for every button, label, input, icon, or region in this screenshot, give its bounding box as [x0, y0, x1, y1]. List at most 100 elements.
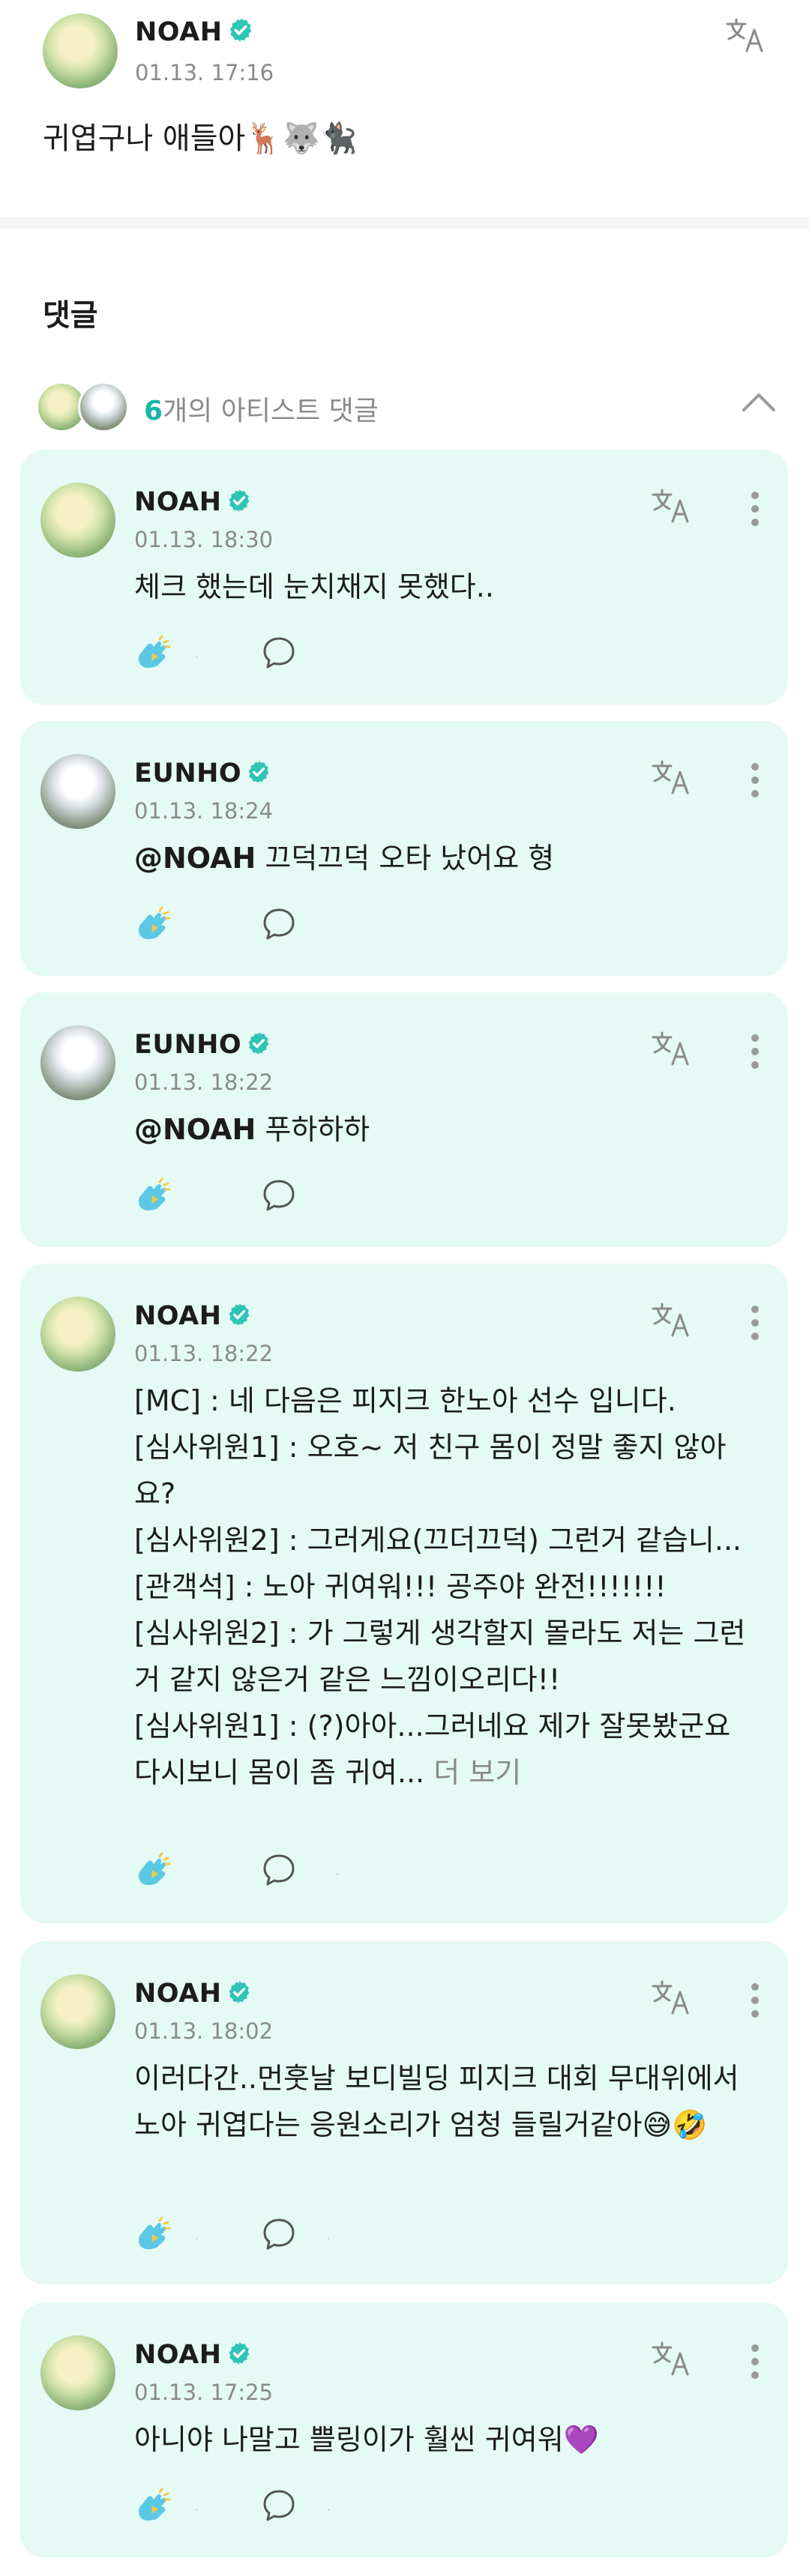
- comment-author-label: NOAH: [134, 487, 222, 517]
- comment-author-avatar[interactable]: [40, 754, 115, 829]
- post-text: 귀엽구나 애들아🦌🐺🐈‍⬛: [43, 121, 358, 156]
- comment-mention[interactable]: @NOAH: [134, 842, 256, 875]
- comment-card: NOAH 01.13. 17:25 아니야 나말고 쁠링이가 훨씬 귀여워💜 ·…: [20, 2302, 788, 2557]
- comment-author-label: EUNHO: [134, 1030, 242, 1060]
- translate-icon[interactable]: [650, 1030, 694, 1067]
- comment-actions: [134, 1177, 359, 1215]
- kebab-menu-icon[interactable]: [751, 2344, 760, 2380]
- artist-comments-label: 6개의 아티스트 댓글: [144, 389, 379, 428]
- comment-actions: · ·: [134, 2488, 359, 2525]
- comment-body: 체크 했는데 눈치채지 못했다..: [134, 570, 494, 603]
- comment-timestamp: 01.13. 18:22: [134, 1070, 274, 1095]
- verified-badge-icon: [226, 488, 252, 513]
- cheer-hand-icon[interactable]: [134, 906, 173, 942]
- post-timestamp: 01.13. 17:16: [135, 60, 274, 85]
- kebab-menu-icon[interactable]: [751, 1983, 760, 2019]
- verified-badge-icon: [226, 2341, 252, 2366]
- comment-author-label: NOAH: [134, 1301, 222, 1331]
- kebab-menu-icon[interactable]: [751, 763, 760, 799]
- comment-body: 이러다간..먼훗날 보디빌딩 피지크 대회 무대위에서 노아 귀엽다는 응원소리…: [134, 2062, 748, 2141]
- comment-bubble-icon[interactable]: [262, 1853, 296, 1886]
- comment-timestamp: 01.13. 18:24: [134, 798, 274, 824]
- artist-comments-text: 개의 아티스트 댓글: [163, 396, 379, 426]
- comment-timestamp: 01.13. 18:02: [134, 2018, 274, 2044]
- comments-heading: 댓글: [43, 298, 98, 333]
- action-separator: ·: [194, 2501, 199, 2519]
- comment-author-avatar[interactable]: [40, 1025, 115, 1100]
- section-divider: [0, 217, 809, 229]
- post-author-name[interactable]: NOAH: [135, 16, 254, 47]
- comment-author-label: NOAH: [134, 2340, 222, 2370]
- comment-author-name[interactable]: NOAH: [134, 487, 252, 517]
- comment-author-avatar[interactable]: [40, 2335, 115, 2410]
- translate-icon[interactable]: [650, 758, 694, 796]
- comment-text: 이러다간..먼훗날 보디빌딩 피지크 대회 무대위에서 노아 귀엽다는 응원소리…: [134, 2055, 764, 2148]
- comment-timestamp: 01.13. 18:30: [134, 527, 274, 552]
- translate-icon[interactable]: [724, 16, 768, 54]
- comment-card: NOAH 01.13. 18:22 [MC] : 네 다음은 피지크 한노아 선…: [20, 1264, 788, 1923]
- action-separator: ·: [194, 648, 199, 666]
- see-more-link[interactable]: 더 보기: [424, 1756, 521, 1789]
- comment-actions: ·: [134, 1852, 359, 1889]
- comment-author-label: NOAH: [134, 1979, 222, 2009]
- comment-author-avatar[interactable]: [40, 483, 115, 558]
- comment-text: 체크 했는데 눈치채지 못했다..: [134, 564, 764, 610]
- comment-author-label: EUNHO: [134, 758, 242, 788]
- post-author-avatar[interactable]: [43, 13, 118, 88]
- comment-author-name[interactable]: NOAH: [134, 2340, 252, 2370]
- comment-actions: ·: [134, 635, 359, 672]
- verified-badge-icon: [246, 759, 271, 785]
- comment-timestamp: 01.13. 17:25: [134, 2380, 274, 2405]
- comment-bubble-icon[interactable]: [262, 2489, 296, 2522]
- kebab-menu-icon[interactable]: [751, 1306, 760, 1342]
- comment-author-avatar[interactable]: [40, 1974, 115, 2049]
- verified-badge-icon: [226, 1302, 252, 1327]
- action-separator: ·: [194, 2230, 199, 2248]
- comment-text: [MC] : 네 다음은 피지크 한노아 선수 입니다. [심사위원1] : 오…: [134, 1378, 764, 1796]
- comment-actions: · ·: [134, 2216, 359, 2254]
- post-author-label: NOAH: [135, 17, 223, 47]
- comment-card: NOAH 01.13. 18:30 체크 했는데 눈치채지 못했다.. ·: [20, 450, 788, 705]
- kebab-menu-icon[interactable]: [751, 1034, 760, 1070]
- comment-mention[interactable]: @NOAH: [134, 1113, 256, 1146]
- comment-bubble-icon[interactable]: [262, 1179, 296, 1212]
- cheer-hand-icon[interactable]: [134, 1852, 173, 1888]
- chevron-up-icon[interactable]: [739, 387, 778, 417]
- comment-bubble-icon[interactable]: [262, 908, 296, 941]
- comment-timestamp: 01.13. 18:22: [134, 1341, 274, 1366]
- comment-author-avatar[interactable]: [40, 1297, 115, 1372]
- verified-badge-icon: [227, 16, 254, 43]
- comment-body: [MC] : 네 다음은 피지크 한노아 선수 입니다. [심사위원1] : 오…: [134, 1384, 746, 1789]
- comment-body: 푸하하하: [256, 1113, 370, 1146]
- action-separator: ·: [326, 2230, 331, 2248]
- comment-text: @NOAH 푸하하하: [134, 1106, 764, 1153]
- cheer-hand-icon[interactable]: [134, 2488, 173, 2524]
- kebab-menu-icon[interactable]: [751, 492, 760, 528]
- comment-actions: [134, 906, 359, 944]
- translate-icon[interactable]: [650, 1301, 694, 1339]
- translate-icon[interactable]: [650, 1979, 694, 2016]
- verified-badge-icon: [246, 1031, 271, 1056]
- comment-author-name[interactable]: NOAH: [134, 1301, 252, 1331]
- artist-comments-toggle[interactable]: 6개의 아티스트 댓글: [36, 378, 778, 432]
- comment-bubble-icon[interactable]: [262, 636, 296, 669]
- comment-body: 끄덕끄덕 오타 났어요 형: [256, 842, 555, 875]
- comment-card: NOAH 01.13. 18:02 이러다간..먼훗날 보디빌딩 피지크 대회 …: [20, 1941, 788, 2284]
- comment-bubble-icon[interactable]: [262, 2218, 296, 2251]
- comment-text: 아니야 나말고 쁠링이가 훨씬 귀여워💜: [134, 2416, 764, 2463]
- translate-icon[interactable]: [650, 2340, 694, 2377]
- action-separator: ·: [326, 2501, 331, 2519]
- artist-avatar: [78, 381, 129, 432]
- cheer-hand-icon[interactable]: [134, 2216, 173, 2252]
- cheer-hand-icon[interactable]: [134, 635, 173, 671]
- cheer-hand-icon[interactable]: [134, 1177, 173, 1213]
- post: NOAH 01.13. 17:16 귀엽구나 애들아🦌🐺🐈‍⬛: [0, 0, 809, 217]
- comment-author-name[interactable]: EUNHO: [134, 1030, 271, 1060]
- comment-body: 아니야 나말고 쁠링이가 훨씬 귀여워💜: [134, 2423, 600, 2456]
- comment-card: EUNHO 01.13. 18:24 @NOAH 끄덕끄덕 오타 났어요 형: [20, 721, 788, 976]
- comment-card: EUNHO 01.13. 18:22 @NOAH 푸하하하: [20, 992, 788, 1247]
- comment-author-name[interactable]: NOAH: [134, 1979, 252, 2009]
- artist-comment-count: 6: [144, 396, 163, 426]
- translate-icon[interactable]: [650, 487, 694, 525]
- comment-author-name[interactable]: EUNHO: [134, 758, 271, 788]
